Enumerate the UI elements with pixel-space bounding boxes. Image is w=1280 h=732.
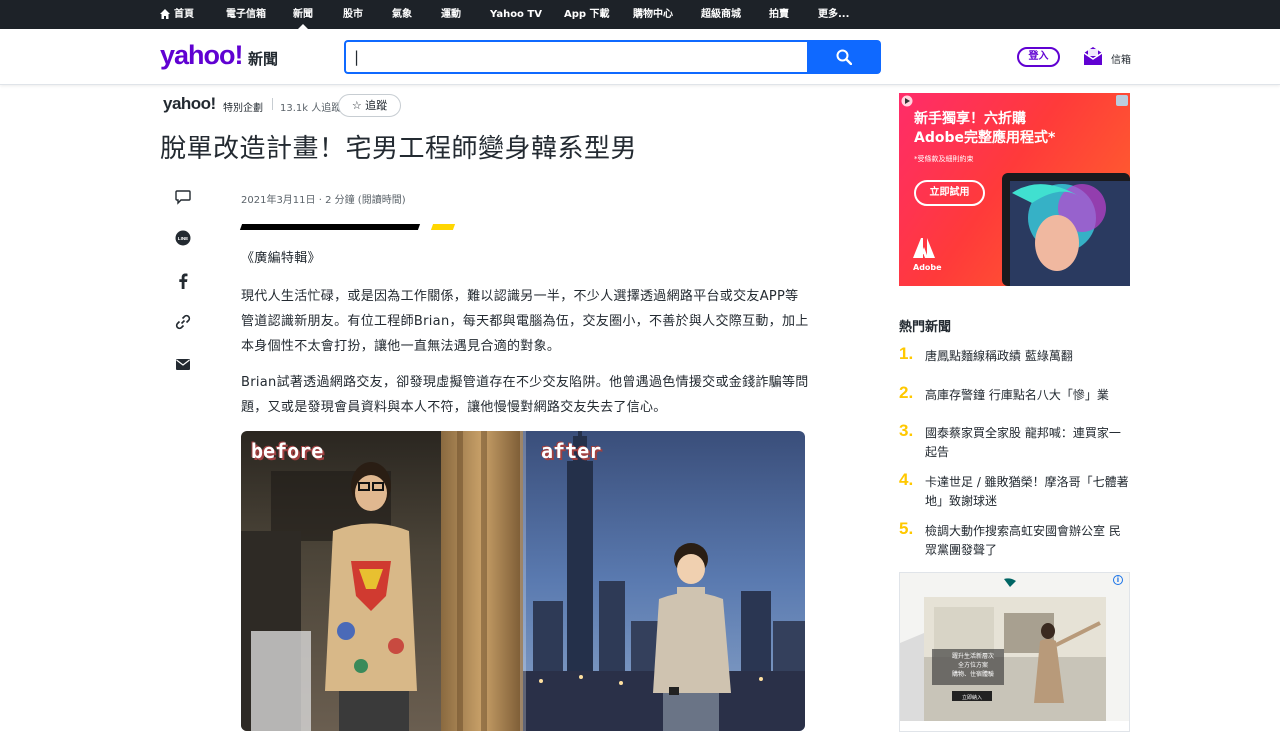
nav-stocks[interactable]: 股市 <box>343 0 363 29</box>
news-logo-label[interactable]: 新聞 <box>248 48 278 69</box>
envelope-icon <box>176 358 190 370</box>
ad-laptop-image <box>1002 173 1130 286</box>
after-label: after <box>541 439 602 463</box>
top-nav: 首頁 電子信箱 新聞 股市 氣象 運動 Yahoo TV App 下載 購物中心… <box>0 0 1280 29</box>
nav-more[interactable]: 更多... <box>818 0 849 29</box>
nav-mail[interactable]: 電子信箱 <box>226 0 266 29</box>
facebook-share-button[interactable] <box>172 270 194 292</box>
trending-link[interactable]: 高庫存警鐘 行庫點名八大「慘」業 <box>925 386 1130 405</box>
ad-cta-button[interactable]: 立即納入 <box>952 693 992 703</box>
before-after-image <box>241 431 805 731</box>
trending-number: 2. <box>899 383 914 402</box>
ad-info-icon[interactable] <box>1116 95 1128 106</box>
header: yahoo! 新聞 登入 信箱 <box>0 29 1280 85</box>
trending-link[interactable]: 唐鳳點麵線稱政績 藍綠萬翻 <box>925 347 1130 366</box>
comment-icon <box>175 189 191 205</box>
search-icon <box>836 49 852 65</box>
nav-yahoo-tv[interactable]: Yahoo TV <box>490 0 542 29</box>
copy-link-button[interactable] <box>172 311 194 333</box>
nav-app-download[interactable]: App 下載 <box>564 0 610 29</box>
line-share-button[interactable]: LINE <box>172 227 194 249</box>
provider-logo[interactable]: yahoo! <box>163 94 216 114</box>
ad-headline-line: 新手獨享！六折購 <box>914 111 1026 127</box>
email-share-button[interactable] <box>172 353 194 375</box>
before-label: before <box>251 439 324 463</box>
yahoo-logo[interactable]: yahoo! <box>160 40 244 71</box>
trending-number: 4. <box>899 470 914 489</box>
provider-name[interactable]: 特別企劃 <box>223 99 263 114</box>
trending-number: 3. <box>899 421 914 440</box>
search-button[interactable] <box>807 40 881 74</box>
article-paragraph: 《廣編特輯》 <box>241 251 321 266</box>
trending-link[interactable]: 國泰蔡家買全家股 龍邦喊：連買家一起告 <box>925 424 1130 462</box>
ad-copy-line: 躍升生活新層次 <box>951 653 994 660</box>
trending-title: 熱門新聞 <box>899 320 952 335</box>
trending-link[interactable]: 卡達世足 / 雖敗猶榮！摩洛哥「七體著地」致謝球迷 <box>925 473 1130 511</box>
ad-fine-print: *受條款及細則約束 <box>914 155 974 163</box>
mail-icon[interactable] <box>1083 46 1103 66</box>
divider <box>272 98 273 110</box>
article-paragraph: 現代人生活忙碌，或是因為工作關係，難以認識另一半，不少人選擇透過網路平台或交友A… <box>241 289 809 354</box>
facebook-icon <box>179 273 188 289</box>
ad-copy-line: 購物、住宿體驗 <box>951 671 994 678</box>
svg-text:LINE: LINE <box>178 236 188 241</box>
comment-button[interactable] <box>172 186 194 208</box>
ad-headline: 新手獨享！六折購 Adobe完整應用程式* <box>914 110 1055 148</box>
search-input[interactable] <box>344 40 808 74</box>
mail-label[interactable]: 信箱 <box>1111 51 1131 66</box>
ad-cta-button[interactable]: 立即試用 <box>914 180 985 206</box>
article-meta: 2021年3月11日 · 2 分鐘 (閱讀時間) <box>241 195 406 206</box>
adobe-logo-icon <box>913 238 935 258</box>
nav-home-label: 首頁 <box>174 9 194 20</box>
line-icon: LINE <box>175 230 191 246</box>
nav-shopping[interactable]: 購物中心 <box>633 0 673 29</box>
follow-button[interactable]: ☆ 追蹤 <box>338 94 401 117</box>
nav-mall[interactable]: 超級商城 <box>701 0 741 29</box>
ad-brand: Adobe <box>913 263 942 272</box>
ad-choices-icon[interactable] <box>901 95 913 107</box>
link-icon <box>175 314 191 330</box>
trending-number: 1. <box>899 344 914 363</box>
nav-home[interactable]: 首頁 <box>160 0 194 29</box>
follower-count: 13.1k 人追蹤 <box>280 103 342 114</box>
before-after-photo[interactable]: before after <box>241 431 805 731</box>
adobe-ad[interactable]: 新手獨享！六折購 Adobe完整應用程式* *受條款及細則約束 立即試用 Ado… <box>899 93 1130 286</box>
ad-copy-line: 全方位方案 <box>957 662 988 669</box>
nav-weather[interactable]: 氣象 <box>392 0 412 29</box>
ad-airline-image <box>900 573 1129 721</box>
login-button[interactable]: 登入 <box>1017 47 1060 67</box>
ad-headline-line: Adobe完整應用程式* <box>914 130 1056 146</box>
home-icon <box>160 9 170 19</box>
trending-number: 5. <box>899 519 914 538</box>
cathay-ad[interactable]: i 躍升生活新層次 全方位方案 購物、住宿體驗 立即納入 <box>899 572 1130 732</box>
divider-bar-accent <box>430 224 456 230</box>
ad-info-icon[interactable]: i <box>1113 575 1123 585</box>
divider-bar <box>239 224 421 230</box>
nav-sports[interactable]: 運動 <box>441 0 461 29</box>
ad-copy: 躍升生活新層次 全方位方案 購物、住宿體驗 <box>938 652 1008 679</box>
nav-news[interactable]: 新聞 <box>293 0 313 29</box>
trending-link[interactable]: 檢調大動作搜索高虹安國會辦公室 民眾黨團發聲了 <box>925 522 1130 560</box>
article-paragraph: Brian試著透過網路交友，卻發現虛擬管道存在不少交友陷阱。他曾遇過色情援交或金… <box>241 375 809 415</box>
nav-auction[interactable]: 拍賣 <box>769 0 789 29</box>
article-title: 脫單改造計畫！宅男工程師變身韓系型男 <box>160 134 638 164</box>
